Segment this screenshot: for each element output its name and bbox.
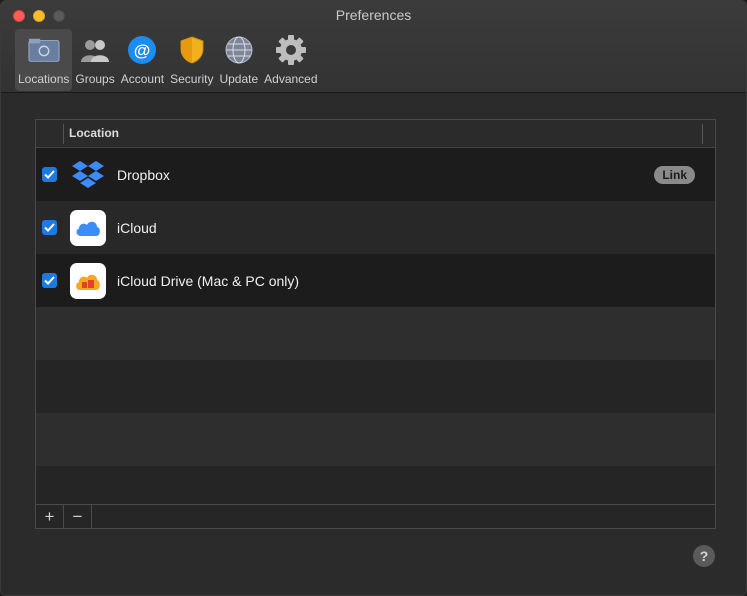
- dropbox-icon: [70, 157, 106, 193]
- tab-label-security: Security: [170, 72, 214, 86]
- icloud-icon: [70, 209, 106, 246]
- groups-icon: [79, 34, 111, 66]
- tab-update[interactable]: Update: [216, 29, 261, 91]
- checkbox-icloud-drive[interactable]: [42, 273, 57, 288]
- empty-row: [36, 466, 715, 504]
- checkbox-dropbox[interactable]: [42, 167, 57, 182]
- table-rows: Dropbox Link iCloud iCloud Drive (Mac & …: [36, 148, 715, 504]
- locations-icon: [28, 34, 60, 66]
- update-icon: [223, 34, 255, 66]
- preferences-window: Preferences Locations Groups @ Account S…: [0, 0, 747, 596]
- tab-locations[interactable]: Locations: [15, 29, 73, 91]
- tab-advanced[interactable]: Advanced: [261, 29, 320, 91]
- column-divider: [702, 124, 703, 144]
- add-location-button[interactable]: +: [36, 505, 64, 528]
- tab-label-advanced: Advanced: [264, 72, 318, 86]
- tab-label-groups: Groups: [75, 72, 115, 86]
- toolbar: Preferences Locations Groups @ Account S…: [1, 1, 746, 93]
- location-name: iCloud: [117, 219, 157, 236]
- column-header[interactable]: Location: [36, 120, 715, 148]
- empty-row: [36, 307, 715, 360]
- svg-text:@: @: [134, 41, 151, 60]
- remove-location-button[interactable]: −: [64, 505, 92, 528]
- table-controls: + −: [36, 504, 715, 528]
- tab-security[interactable]: Security: [167, 29, 216, 91]
- advanced-icon: [275, 34, 307, 66]
- tab-groups[interactable]: Groups: [72, 29, 117, 91]
- window-title: Preferences: [335, 7, 412, 23]
- checkbox-icloud[interactable]: [42, 220, 57, 235]
- empty-row: [36, 360, 715, 413]
- locations-table: Location Dropbox Link iCloud iCloud Driv…: [35, 119, 716, 529]
- tab-label-account: Account: [120, 72, 165, 86]
- icloud-drive-icon: [70, 262, 106, 299]
- tab-label-update: Update: [219, 72, 259, 86]
- table-row[interactable]: iCloud Drive (Mac & PC only): [36, 254, 715, 307]
- preference-tabs: Locations Groups @ Account Security Upda…: [15, 29, 321, 91]
- empty-row: [36, 413, 715, 466]
- tab-account[interactable]: @ Account: [118, 29, 167, 91]
- location-name: Dropbox: [117, 166, 170, 183]
- column-header-label: Location: [69, 126, 119, 140]
- column-divider: [63, 124, 64, 144]
- link-button[interactable]: Link: [654, 165, 695, 184]
- table-row[interactable]: Dropbox Link: [36, 148, 715, 201]
- table-row[interactable]: iCloud: [36, 201, 715, 254]
- tab-label-locations: Locations: [18, 72, 70, 86]
- help-button[interactable]: ?: [693, 545, 715, 567]
- security-icon: [176, 34, 208, 66]
- location-name: iCloud Drive (Mac & PC only): [117, 272, 300, 289]
- account-icon: @: [126, 34, 158, 66]
